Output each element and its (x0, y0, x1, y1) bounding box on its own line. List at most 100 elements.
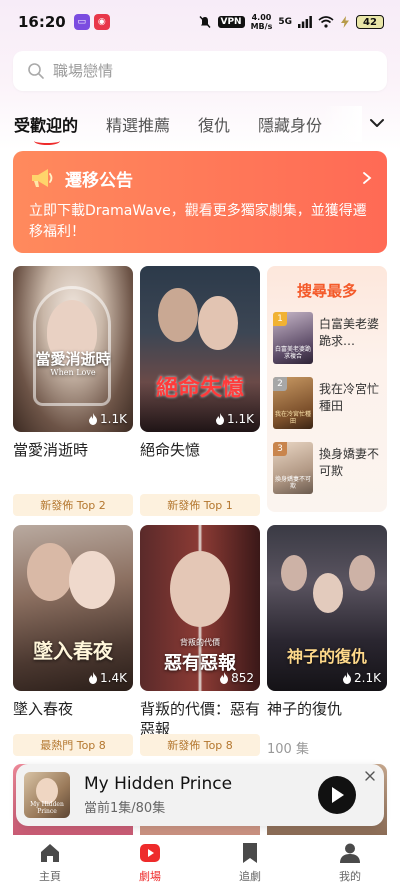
tab-popular[interactable]: 受歡迎的 (14, 112, 78, 145)
drama-title[interactable]: 背叛的代價：惡有惡報 (140, 699, 260, 739)
search-bar[interactable] (13, 51, 387, 91)
view-count: 2.1K (342, 671, 381, 685)
network-speed: 4.00 MB/s (250, 13, 273, 31)
tab-featured[interactable]: 精選推薦 (106, 112, 170, 136)
battery-indicator: 42 (356, 15, 384, 29)
drama-card[interactable]: 墜入春夜 1.4K 墜入春夜 (13, 525, 133, 719)
player-episode-progress: 當前1集/80集 (84, 801, 166, 816)
drama-poster[interactable]: 神子的復仇 2.1K (267, 525, 387, 691)
poster-figure (69, 551, 115, 609)
nav-profile[interactable]: 我的 (310, 841, 390, 889)
hot-search-thumb: 1 白富美老婆跪求複合 (273, 312, 313, 364)
drama-title[interactable]: 墜入春夜 (13, 699, 133, 719)
rank-tag: 新發佈 Top 2 (13, 494, 133, 516)
thumb-title: 白富美老婆跪求複合 (275, 346, 312, 360)
drama-title[interactable]: 絕命失憶 (140, 440, 260, 460)
charging-icon (341, 16, 349, 28)
hot-search-label: 換身嬌妻不可欺 (319, 447, 380, 478)
app-notification-icon: ◉ (93, 14, 110, 30)
tab-hidden-identity[interactable]: 隱藏身份 (258, 112, 322, 136)
play-button[interactable] (318, 776, 356, 814)
poster-subtitle: When Love (50, 368, 96, 377)
view-count: 852 (219, 671, 254, 685)
tabs-fade (322, 106, 362, 142)
poster-figure (170, 551, 230, 627)
network-type: 5G (278, 17, 292, 27)
poster-subtitle: 背叛的代價 (180, 638, 220, 647)
thumb-title: 我在冷宮忙種田 (275, 411, 312, 425)
drama-poster[interactable]: 背叛的代價 惡有惡報 852 (140, 525, 260, 691)
poster-figure (281, 555, 307, 591)
hot-search-label: 白富美老婆跪求… (319, 317, 380, 348)
drama-poster[interactable]: 絕命失憶 1.1K (140, 266, 260, 432)
nav-profile-label: 我的 (339, 870, 361, 883)
nav-following[interactable]: 追劇 (210, 841, 290, 889)
rank-badge: 3 (273, 442, 287, 456)
view-count: 1.1K (215, 412, 254, 426)
megaphone-icon (32, 169, 53, 187)
drama-title[interactable]: 當愛消逝時 (13, 440, 133, 460)
poster-figure (158, 288, 198, 342)
drama-poster[interactable]: 當愛消逝時 When Love 1.1K (13, 266, 133, 432)
flame-icon (89, 413, 98, 425)
hot-search-item[interactable]: 1 白富美老婆跪求複合 白富美老婆跪求… (273, 312, 383, 364)
poster-title: 墜入春夜 (33, 639, 113, 663)
rank-badge: 1 (273, 312, 287, 326)
thumb-title: 換身嬌妻不可欺 (275, 476, 312, 490)
tab-revenge[interactable]: 復仇 (198, 112, 230, 136)
poster-figure (313, 573, 343, 613)
bookmark-icon (243, 843, 257, 863)
poster-figure (198, 296, 238, 350)
poster-figure (349, 555, 375, 591)
chevron-down-icon[interactable] (368, 114, 386, 132)
chevron-right-icon (363, 172, 372, 184)
nav-home[interactable]: 主頁 (10, 841, 90, 889)
hot-search-panel: 搜尋最多 1 白富美老婆跪求複合 白富美老婆跪求… 2 我在冷宮忙種田 我在冷宮… (267, 266, 387, 512)
player-title: My Hidden Prince (84, 774, 233, 794)
poster-figure (27, 543, 73, 601)
poster-title: 神子的復仇 (286, 647, 367, 666)
drama-card[interactable]: 背叛的代價 惡有惡報 852 背叛的代價：惡有惡報 (140, 525, 260, 739)
bottom-navigation: 主頁 劇場 追劇 我的 (0, 835, 400, 889)
drama-title[interactable]: 神子的復仇 (267, 699, 387, 719)
poster-title: 絕命失憶 (155, 375, 244, 401)
hot-search-thumb: 3 換身嬌妻不可欺 (273, 442, 313, 494)
rank-tag: 新發佈 Top 8 (140, 734, 260, 756)
migration-notice-banner[interactable]: 遷移公告 立即下載DramaWave，觀看更多獨家劇集，並獲得遷移福利！ (13, 151, 387, 253)
wifi-icon (318, 16, 334, 28)
hot-search-item[interactable]: 2 我在冷宮忙種田 我在冷宮忙種田 (273, 377, 383, 429)
nav-following-label: 追劇 (239, 870, 261, 883)
drama-card[interactable]: 神子的復仇 2.1K 神子的復仇 (267, 525, 387, 719)
mute-icon (198, 16, 211, 28)
rank-badge: 2 (273, 377, 287, 391)
category-tabs: 受歡迎的 精選推薦 復仇 隱藏身份 (14, 106, 386, 145)
rank-tag: 新發佈 Top 1 (140, 494, 260, 516)
play-icon (332, 787, 344, 803)
poster-veil (33, 286, 111, 406)
nav-theater[interactable]: 劇場 (110, 841, 190, 889)
drama-card[interactable]: 當愛消逝時 When Love 1.1K 當愛消逝時 (13, 266, 133, 460)
drama-card[interactable]: 絕命失憶 1.1K 絕命失憶 (140, 266, 260, 460)
nav-home-label: 主頁 (39, 870, 61, 883)
drama-poster[interactable]: 墜入春夜 1.4K (13, 525, 133, 691)
search-icon (28, 63, 44, 79)
nav-theater-label: 劇場 (139, 870, 161, 883)
flame-icon (343, 672, 352, 684)
close-icon[interactable] (364, 770, 376, 782)
status-indicators: VPN 4.00 MB/s 5G 42 (198, 13, 384, 31)
hot-search-item[interactable]: 3 換身嬌妻不可欺 換身嬌妻不可欺 (273, 442, 383, 494)
view-count: 1.4K (88, 671, 127, 685)
search-input[interactable] (53, 62, 353, 80)
flame-icon (216, 413, 225, 425)
signal-icon (298, 16, 312, 28)
episode-count: 100 集 (267, 742, 309, 757)
home-icon (41, 844, 59, 862)
hot-search-label: 我在冷宮忙種田 (319, 382, 380, 413)
flame-icon (89, 672, 98, 684)
vpn-badge: VPN (217, 16, 245, 28)
notice-title: 遷移公告 (65, 170, 133, 191)
notice-text: 立即下載DramaWave，觀看更多獨家劇集，並獲得遷移福利！ (29, 203, 367, 240)
mini-player[interactable]: My Hidden Prince My Hidden Prince 當前1集/8… (16, 764, 384, 826)
hot-search-thumb: 2 我在冷宮忙種田 (273, 377, 313, 429)
thumb-title: My Hidden Prince (30, 801, 64, 815)
